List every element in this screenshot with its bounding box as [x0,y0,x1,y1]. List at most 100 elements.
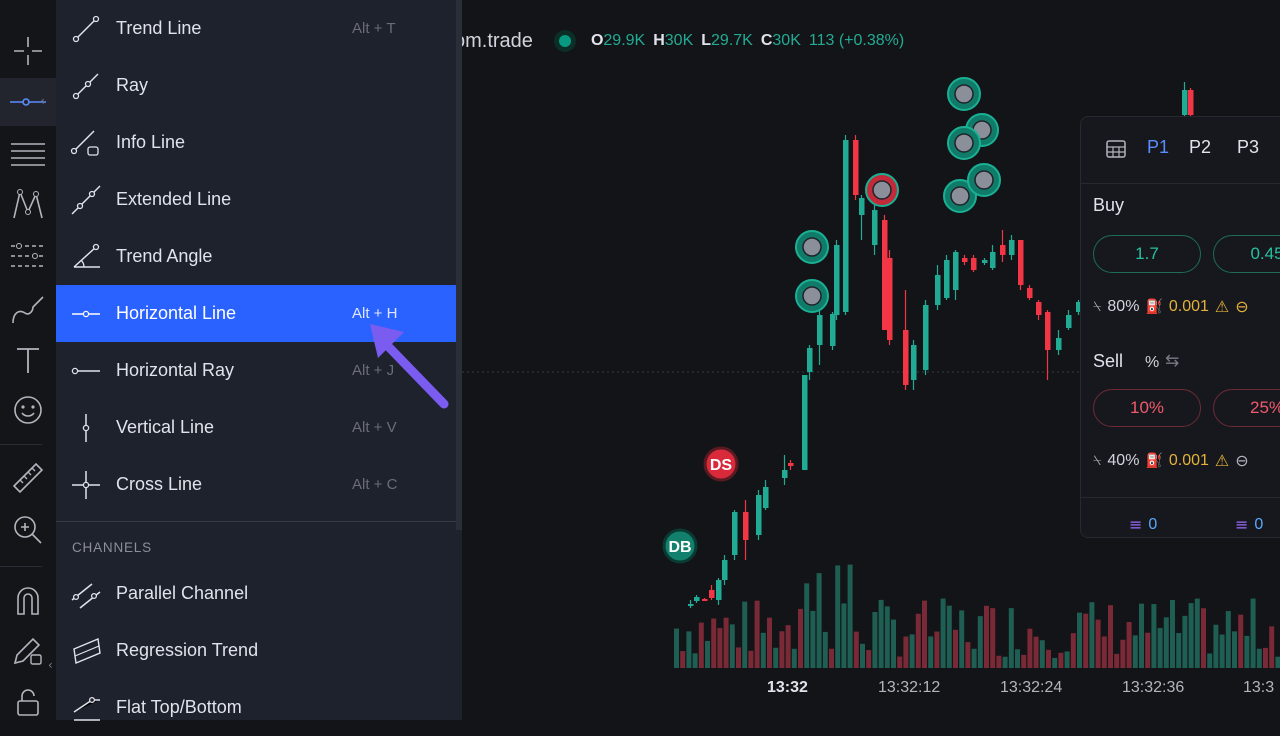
buy-settings-row: ⍀ 80% ⛽ 0.001 ⚠ ⊖ [1093,297,1249,316]
volume-bar [705,640,710,668]
volume-bar [1120,639,1126,668]
volume-bar [940,598,946,668]
bomb-icon [802,237,822,257]
candle-body [788,463,794,466]
solana-icon: ≡ [1129,515,1143,534]
horizontal-line-icon [56,285,116,342]
chevron-left-icon[interactable]: ‹ [48,658,53,672]
zoom-tool-button[interactable] [0,508,56,552]
volume-bar [736,647,741,668]
swap-icon[interactable]: ⇆ [1165,351,1179,371]
sell-percent-toggle[interactable]: % [1145,354,1159,372]
volume-bar [674,628,679,668]
volume-bar [1083,613,1089,668]
candle-body [1182,90,1188,115]
volume-bar [1182,615,1188,668]
volume-bar [909,634,915,668]
menu-item-regression-trend[interactable]: Regression Trend [56,622,456,679]
volume-bar [1232,631,1237,668]
sell-amount-button[interactable]: 10% [1093,389,1201,427]
calculator-icon[interactable] [1105,139,1127,159]
menu-item-trend-line[interactable]: Trend Line Alt + T [56,0,456,57]
candle-body [853,140,859,195]
sell-amount-button[interactable]: 25% [1213,389,1280,427]
volume-bar [915,613,921,668]
menu-item-info-line[interactable]: Info Line [56,114,456,171]
buy-slippage: 80% [1107,297,1140,315]
volume-bar [934,631,940,668]
candle-body [817,315,823,345]
cross-line-icon [56,456,116,513]
menu-item-label: Trend Line [116,18,202,38]
volume-bar [884,606,890,668]
fib-tools-button[interactable] [0,132,56,176]
open-label: O [590,32,604,49]
brush-tools-button[interactable] [0,288,56,332]
low-value: 29.7K [711,32,753,49]
text-tool-button[interactable] [0,338,56,382]
menu-item-label: Horizontal Line [116,303,237,323]
text-icon [17,348,39,373]
candle-body [935,275,941,305]
pattern-icon [13,189,43,219]
info-line-icon [56,114,116,171]
volume-bar [1070,633,1076,668]
volume-bar [804,583,810,668]
magnet-button[interactable] [0,578,56,622]
time-axis-label: 13:3 [1243,679,1275,696]
volume-bar [791,648,797,668]
menu-item-flat-top-bottom[interactable]: Flat Top/Bottom [56,679,456,736]
volume-bar [754,600,760,668]
menu-item-extended-line[interactable]: Extended Line [56,171,456,228]
measure-tool-button[interactable] [0,456,56,500]
menu-item-parallel-channel[interactable]: Parallel Channel [56,565,456,622]
menu-item-trend-angle[interactable]: Trend Angle [56,228,456,285]
volume-bar [990,608,996,668]
volume-bar [866,650,872,668]
volume-bar [1244,635,1250,668]
volume-bar [959,610,965,668]
preset-tab-p1[interactable]: P1 [1147,137,1169,158]
preset-tab-p2[interactable]: P2 [1189,137,1211,158]
menu-item-ray[interactable]: Ray [56,57,456,114]
pattern-tools-button[interactable] [0,182,56,226]
magnet-icon [17,587,39,615]
menu-item-cross-line[interactable]: Cross Line Alt + C [56,456,456,513]
pencil-lock-icon [13,637,42,665]
menu-scrollbar[interactable] [456,0,462,530]
volume-bar [1002,656,1008,668]
symbol-name[interactable]: om.trade [454,30,533,53]
buy-amount-button[interactable]: 0.45 [1213,235,1280,273]
prediction-tools-button[interactable] [0,234,56,278]
volume-bar [1015,649,1020,668]
line-tools-button[interactable] [0,78,56,126]
toolbar-divider [0,566,42,567]
candle-body [782,470,788,478]
annotation-arrow-icon [370,324,449,409]
low-label: L [701,32,712,49]
buy-amount-button[interactable]: 1.7 [1093,235,1201,273]
volume-bar [1157,628,1163,668]
candle-body [1036,302,1042,315]
chevron-left-icon[interactable]: ‹ [40,94,45,108]
preset-tab-p3[interactable]: P3 [1237,137,1259,158]
volume-bar [922,600,927,668]
brush-icon [12,296,44,324]
candle-body [834,245,840,315]
time-axis-label: 13:32:36 [1122,679,1185,696]
volume-bar [767,617,772,668]
lock-icon [17,689,39,716]
crosshair-tool[interactable] [0,28,56,74]
emoji-tool-button[interactable] [0,388,56,432]
candle-body [944,260,950,298]
menu-item-label: Vertical Line [116,417,215,437]
volume-bar [1139,603,1144,668]
lock-drawings-button[interactable] [0,684,56,720]
volume-bar [1132,635,1138,668]
menu-item-label: Ray [116,75,149,95]
time-axis-label: 13:32 [767,679,808,696]
volume-bar [717,628,723,668]
volume-bar [698,622,704,668]
volume-bar [810,610,816,668]
candle-body [962,258,968,262]
